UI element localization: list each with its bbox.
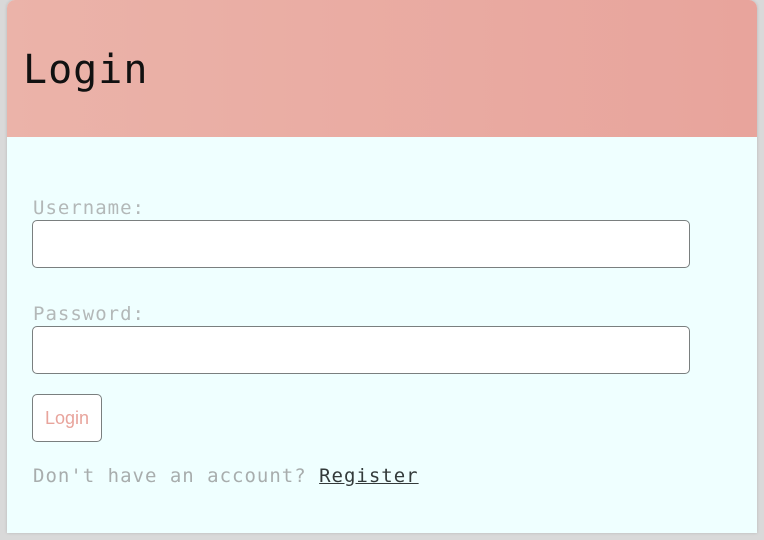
login-header: Login — [7, 0, 757, 137]
password-input[interactable] — [32, 326, 690, 374]
username-label: Username: — [33, 197, 145, 219]
register-prompt: Don't have an account? Register — [33, 463, 419, 489]
username-input[interactable] — [32, 220, 690, 268]
login-card: Login Username: Password: Login Don't ha… — [7, 0, 757, 533]
login-button[interactable]: Login — [32, 394, 102, 442]
password-label: Password: — [33, 303, 145, 325]
register-prompt-text: Don't have an account? — [33, 465, 320, 487]
page-title: Login — [23, 47, 149, 93]
register-link[interactable]: Register — [319, 465, 419, 487]
